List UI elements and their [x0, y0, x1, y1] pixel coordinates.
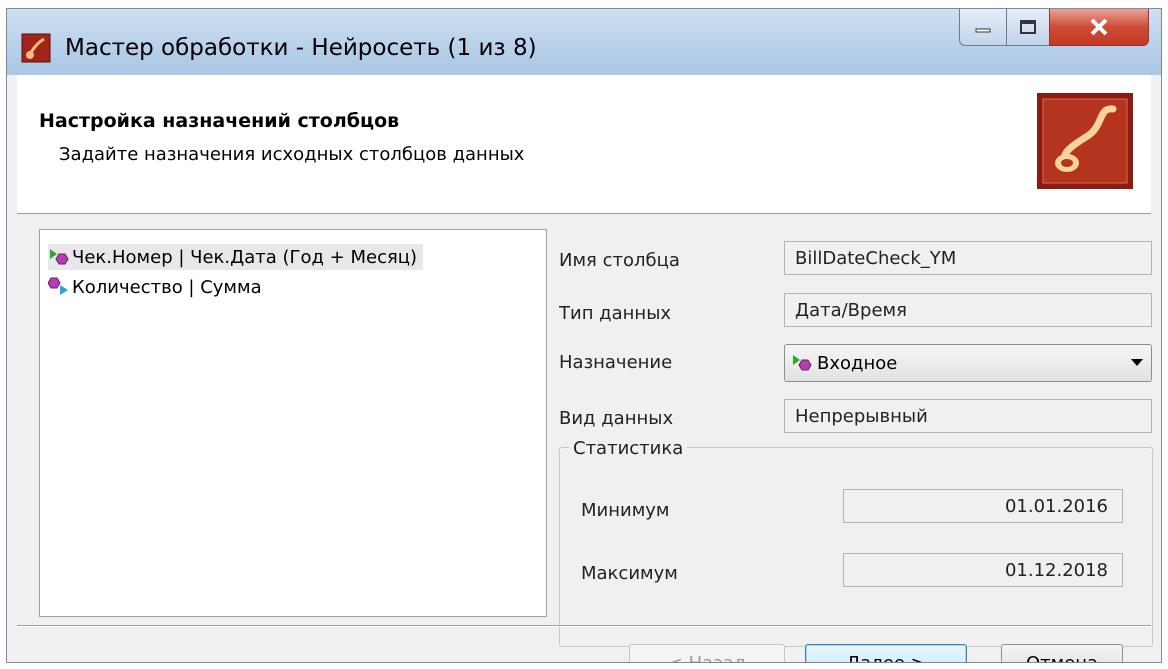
wizard-header: Настройка назначений столбцов Задайте на…: [17, 75, 1151, 214]
max-value-field: 01.12.2018: [843, 553, 1123, 587]
data-kind-field: Непрерывный: [784, 399, 1152, 433]
output-column-icon: [48, 277, 68, 295]
list-item[interactable]: Чек.Номер | Чек.Дата (Год + Месяц): [48, 244, 424, 270]
data-type-field: Дата/Время: [784, 293, 1152, 327]
columns-list[interactable]: Чек.Номер | Чек.Дата (Год + Месяц) Колич…: [39, 229, 547, 617]
purpose-value: Входное: [817, 352, 898, 374]
purpose-label: Назначение: [559, 352, 673, 373]
list-item-label: Количество | Сумма: [72, 276, 262, 298]
data-type-label: Тип данных: [559, 303, 672, 324]
next-button[interactable]: Далее >: [805, 644, 967, 662]
deductor-logo-icon: [1037, 93, 1133, 189]
column-name-field: BillDateCheck_YM: [784, 241, 1152, 275]
statistics-group: [559, 447, 1153, 647]
chevron-down-icon[interactable]: [1131, 359, 1143, 366]
wizard-window: Мастер обработки - Нейросеть (1 из 8) На…: [6, 8, 1162, 663]
min-label: Минимум: [581, 500, 670, 521]
window-title: Мастер обработки - Нейросеть (1 из 8): [65, 35, 537, 61]
page-subtitle: Задайте назначения исходных столбцов дан…: [59, 144, 525, 165]
maximize-icon: [1020, 20, 1036, 34]
statistics-legend: Статистика: [569, 438, 688, 459]
input-column-icon: [50, 249, 69, 265]
close-icon: [1090, 18, 1108, 36]
list-item[interactable]: Количество | Сумма: [48, 274, 262, 300]
back-button[interactable]: < Назад: [629, 644, 785, 662]
purpose-select[interactable]: Входное: [784, 344, 1152, 382]
input-column-icon: [793, 355, 812, 371]
cancel-button[interactable]: Отмена: [1001, 644, 1123, 662]
minimize-icon: [975, 28, 991, 33]
footer-divider: [17, 625, 1151, 627]
maximize-button[interactable]: [1006, 9, 1050, 46]
data-kind-label: Вид данных: [559, 408, 674, 429]
max-label: Максимум: [581, 563, 678, 584]
min-value-field: 01.01.2016: [843, 489, 1123, 523]
app-logo-icon: [21, 33, 51, 63]
close-button[interactable]: [1049, 9, 1149, 46]
column-name-label: Имя столбца: [559, 250, 680, 271]
title-bar[interactable]: Мастер обработки - Нейросеть (1 из 8): [7, 9, 1161, 75]
wizard-body: Настройка назначений столбцов Задайте на…: [17, 75, 1153, 662]
minimize-button[interactable]: [959, 9, 1007, 46]
page-title: Настройка назначений столбцов: [39, 110, 400, 132]
list-item-label: Чек.Номер | Чек.Дата (Год + Месяц): [72, 246, 418, 268]
